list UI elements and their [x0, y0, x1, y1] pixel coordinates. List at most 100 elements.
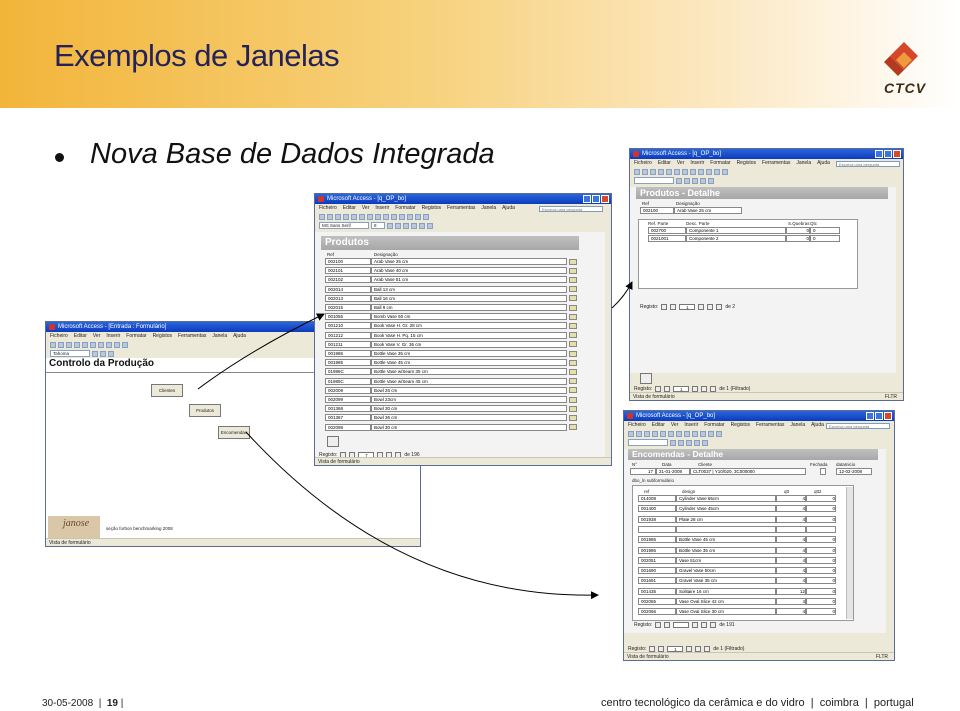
open-detail-icon[interactable]	[569, 258, 577, 265]
qtt-cell[interactable]: 4	[776, 577, 806, 585]
menu-registos[interactable]: Registos	[153, 333, 172, 339]
menu-inserir[interactable]: Inserir	[684, 422, 698, 428]
menu-ver[interactable]: Ver	[677, 160, 685, 166]
tool-icon[interactable]	[395, 222, 401, 229]
menu-inserir[interactable]: Inserir	[375, 205, 389, 211]
maximize-icon[interactable]	[592, 195, 600, 203]
design-cell[interactable]: Vase Oval Slice 42 cm	[676, 598, 776, 605]
designacao-cell[interactable]: Bowl 23cm	[371, 396, 567, 403]
tool-icon[interactable]	[108, 350, 114, 357]
tool-icon[interactable]	[58, 341, 64, 348]
ref-cell[interactable]: 001435	[638, 587, 676, 595]
table-row[interactable]: 014008 Cylinder Vase 65cm 4 0	[638, 495, 836, 502]
maximize-icon[interactable]	[884, 150, 892, 158]
menu-ferramentas[interactable]: Ferramentas	[178, 333, 206, 339]
menu-ajuda[interactable]: Ajuda	[233, 333, 246, 339]
data-value[interactable]: 21-01-2008	[656, 468, 690, 475]
tool-icon[interactable]	[708, 177, 714, 184]
open-detail-icon[interactable]	[569, 286, 577, 293]
qtt2-cell[interactable]: 0	[806, 577, 836, 585]
table-row[interactable]: 001211 Book Vase V. Gr. 36 cm	[325, 340, 577, 348]
designacao-cell[interactable]: Book Vase V. Gr. 36 cm	[371, 340, 567, 348]
minimize-icon[interactable]	[875, 150, 883, 158]
tool-icon[interactable]	[692, 177, 698, 184]
table-row[interactable]: 001435 Solitaire 16 cm 12 0	[638, 587, 836, 595]
ref-cell[interactable]: 01985C	[325, 377, 371, 385]
ref-parte-cell[interactable]: 002700	[648, 227, 686, 234]
qtt-cell[interactable]: 4	[776, 515, 806, 523]
last-record-icon[interactable]	[701, 622, 708, 628]
minimize-icon[interactable]	[866, 412, 874, 420]
menu-janela[interactable]: Janela	[796, 160, 811, 166]
ref-cell[interactable]: 002100	[325, 258, 371, 265]
tool-icon[interactable]	[427, 222, 433, 229]
tool-icon[interactable]	[122, 341, 128, 348]
ref-cell[interactable]: 001985	[325, 359, 371, 367]
tool-icon[interactable]	[722, 168, 728, 175]
tool-icon[interactable]	[419, 222, 425, 229]
ref-cell[interactable]: 002099	[325, 396, 371, 403]
menu-registos[interactable]: Registos	[422, 205, 441, 211]
ref-cell[interactable]	[638, 525, 676, 533]
open-detail-icon[interactable]	[569, 322, 577, 329]
tool-icon[interactable]	[714, 168, 720, 175]
tool-icon[interactable]	[387, 222, 393, 229]
ref-cell[interactable]: 001367	[325, 414, 371, 422]
tool-icon[interactable]	[670, 439, 676, 446]
menu-formatar[interactable]: Formatar	[395, 205, 415, 211]
table-row[interactable]: 002098 Bowl 30 cm	[325, 423, 577, 431]
detalhe-titlebar[interactable]: Microsoft Access - [q_OP_bo]	[630, 149, 903, 159]
form-icon[interactable]	[640, 373, 652, 384]
design-cell[interactable]: Bottle Vase 35 cm	[676, 546, 776, 554]
close-icon[interactable]	[601, 195, 609, 203]
ref-cell[interactable]: 002065	[638, 598, 676, 605]
tool-icon[interactable]	[90, 341, 96, 348]
ref-cell[interactable]: 002009	[325, 386, 371, 394]
tool-icon[interactable]	[403, 222, 409, 229]
designacao-cell[interactable]: Bowl 30 cm	[371, 423, 567, 431]
size-box[interactable]: 8	[371, 222, 385, 229]
tool-icon[interactable]	[676, 177, 682, 184]
table-row[interactable]	[638, 525, 836, 533]
open-detail-icon[interactable]	[569, 341, 577, 348]
menu-ver[interactable]: Ver	[93, 333, 101, 339]
table-row[interactable]: 0021001 Componente 200	[648, 235, 840, 242]
quebras-cell[interactable]: 0	[786, 227, 810, 234]
qtc-cell[interactable]: 0	[810, 235, 840, 242]
qtt2-cell[interactable]	[806, 525, 836, 533]
designacao-cell[interactable]: Arab Vase 25 cm	[371, 258, 567, 265]
table-row[interactable]: 002009 Bowl 26 cm	[325, 386, 577, 394]
table-row[interactable]: 002065 Vase Oval Slice 42 cm 4 0	[638, 598, 836, 605]
table-row[interactable]: 002015 Ball 9 cm	[325, 304, 577, 311]
subform-scrollbar[interactable]	[846, 487, 853, 619]
qtt2-cell[interactable]: 0	[806, 608, 836, 616]
ref-cell[interactable]: 002014	[325, 285, 371, 293]
designacao-cell[interactable]: Bottle Vase 45 cm	[371, 359, 567, 367]
table-row[interactable]: 001986 Bottle Vase 35 cm 4 0	[638, 546, 836, 554]
qtt-cell[interactable]: 4	[776, 495, 806, 502]
tool-icon[interactable]	[82, 341, 88, 348]
menu-ferramentas[interactable]: Ferramentas	[447, 205, 475, 211]
qtt-cell[interactable]: 4	[776, 505, 806, 513]
ref-cell[interactable]: 002015	[325, 304, 371, 311]
cliente-value[interactable]: CLT0037 | Y10/020, 3C000000	[690, 468, 806, 475]
ref-cell[interactable]: 001212	[325, 331, 371, 339]
new-record-icon[interactable]	[710, 622, 717, 628]
open-detail-icon[interactable]	[569, 387, 577, 394]
qtt2-cell[interactable]: 0	[806, 536, 836, 544]
quebras-cell[interactable]: 0	[786, 235, 810, 242]
tool-icon[interactable]	[351, 213, 357, 220]
tool-icon[interactable]	[92, 350, 98, 357]
menu-ficheiro[interactable]: Ficheiro	[319, 205, 337, 211]
table-row[interactable]: 001985 Bottle Vase 45 cm	[325, 359, 577, 367]
ref-cell[interactable]: 001055	[325, 313, 371, 321]
menu-ficheiro[interactable]: Ficheiro	[634, 160, 652, 166]
tool-icon[interactable]	[335, 213, 341, 220]
menu-ferramentas[interactable]: Ferramentas	[756, 422, 784, 428]
menu-editar[interactable]: Editar	[652, 422, 665, 428]
open-detail-icon[interactable]	[569, 276, 577, 283]
design-cell[interactable]: Cylinder Vase 65cm	[676, 495, 776, 502]
prev-record-icon[interactable]	[670, 304, 677, 310]
tool-icon[interactable]	[415, 213, 421, 220]
ref-cell[interactable]: 002098	[325, 423, 371, 431]
